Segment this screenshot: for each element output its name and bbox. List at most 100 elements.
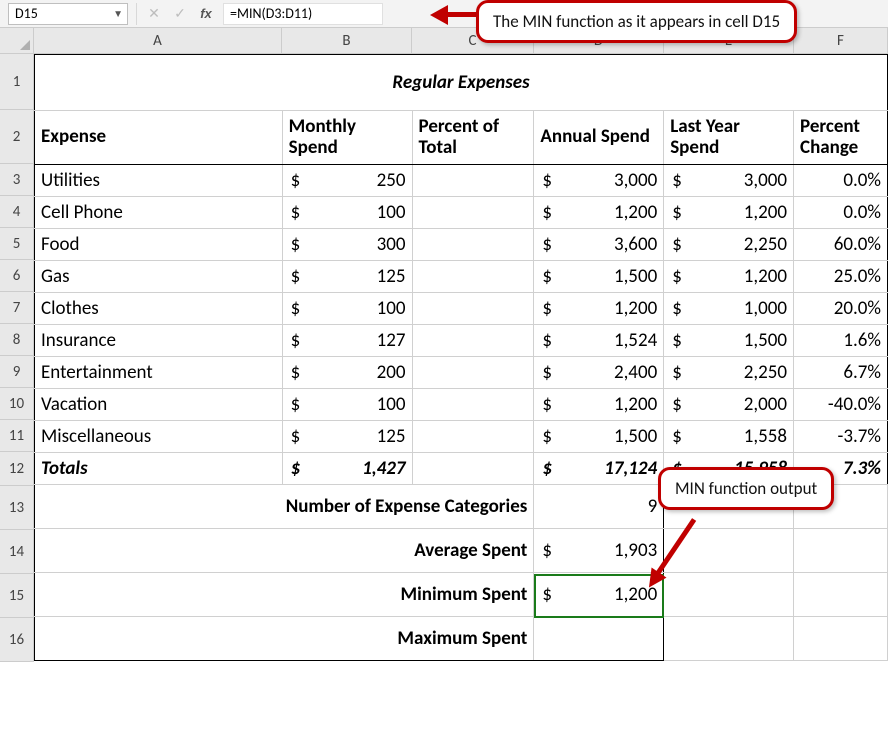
- totals-monthly[interactable]: $1,427: [282, 453, 412, 485]
- cell-lastyear[interactable]: $1,558: [664, 421, 794, 453]
- cell-expense[interactable]: Entertainment: [35, 357, 283, 389]
- sheet-title[interactable]: Regular Expenses: [35, 55, 888, 111]
- cell-expense[interactable]: Miscellaneous: [35, 421, 283, 453]
- enter-icon[interactable]: ✓: [167, 3, 193, 25]
- row-header[interactable]: 12: [0, 452, 34, 486]
- summary-label[interactable]: Average Spent: [35, 529, 534, 573]
- cell-pct-total[interactable]: [412, 357, 534, 389]
- cell-monthly[interactable]: $100: [282, 389, 412, 421]
- row-header[interactable]: 14: [0, 530, 34, 574]
- summary-label[interactable]: Minimum Spent: [35, 573, 534, 617]
- cell-monthly[interactable]: $125: [282, 261, 412, 293]
- cell-pct-change[interactable]: 25.0%: [794, 261, 888, 293]
- cell-pct-total[interactable]: [412, 389, 534, 421]
- empty-cell[interactable]: [794, 573, 888, 617]
- cell-annual[interactable]: $3,000: [534, 165, 664, 197]
- empty-cell[interactable]: [664, 617, 794, 661]
- cancel-icon[interactable]: ✕: [141, 3, 167, 25]
- cell-annual[interactable]: $1,500: [534, 421, 664, 453]
- cell-pct-total[interactable]: [412, 421, 534, 453]
- summary-value[interactable]: $1,903: [534, 529, 664, 573]
- cell-annual[interactable]: $1,500: [534, 261, 664, 293]
- cell-lastyear[interactable]: $1,200: [664, 261, 794, 293]
- cell-pct-total[interactable]: [412, 325, 534, 357]
- cell-pct-change[interactable]: 20.0%: [794, 293, 888, 325]
- cell-expense[interactable]: Food: [35, 229, 283, 261]
- row-header[interactable]: 5: [0, 228, 34, 260]
- select-all-triangle[interactable]: [0, 28, 34, 54]
- cell-pct-total[interactable]: [412, 165, 534, 197]
- cell-monthly[interactable]: $250: [282, 165, 412, 197]
- header-expense[interactable]: Expense: [35, 111, 283, 165]
- cell-monthly[interactable]: $127: [282, 325, 412, 357]
- summary-label[interactable]: Number of Expense Categories: [35, 485, 534, 529]
- cell-pct-total[interactable]: [412, 261, 534, 293]
- summary-label[interactable]: Maximum Spent: [35, 617, 534, 661]
- cell-monthly[interactable]: $100: [282, 197, 412, 229]
- row-header[interactable]: 2: [0, 110, 34, 164]
- header-pct-change[interactable]: Percent Change: [794, 111, 888, 165]
- cell-annual[interactable]: $2,400: [534, 357, 664, 389]
- cell-expense[interactable]: Vacation: [35, 389, 283, 421]
- cell-pct-total[interactable]: [412, 197, 534, 229]
- cell-lastyear[interactable]: $2,250: [664, 357, 794, 389]
- row-header[interactable]: 13: [0, 486, 34, 530]
- name-box[interactable]: D15 ▼: [8, 3, 128, 25]
- empty-cell[interactable]: [664, 573, 794, 617]
- cell-monthly[interactable]: $100: [282, 293, 412, 325]
- cell-pct-change[interactable]: 0.0%: [794, 165, 888, 197]
- cell-annual[interactable]: $1,524: [534, 325, 664, 357]
- cell-lastyear[interactable]: $1,000: [664, 293, 794, 325]
- cell-lastyear[interactable]: $1,500: [664, 325, 794, 357]
- summary-value[interactable]: 9: [534, 485, 664, 529]
- row-header[interactable]: 15: [0, 574, 34, 618]
- col-header-A[interactable]: A: [34, 28, 282, 54]
- cell-pct-change[interactable]: -40.0%: [794, 389, 888, 421]
- col-header-B[interactable]: B: [282, 28, 412, 54]
- cell-annual[interactable]: $1,200: [534, 197, 664, 229]
- header-monthly[interactable]: Monthly Spend: [282, 111, 412, 165]
- row-header[interactable]: 3: [0, 164, 34, 196]
- cell-pct-change[interactable]: -3.7%: [794, 421, 888, 453]
- cell-pct-total[interactable]: [412, 293, 534, 325]
- header-pct-total[interactable]: Percent of Total: [412, 111, 534, 165]
- cell-annual[interactable]: $1,200: [534, 293, 664, 325]
- header-lastyear[interactable]: Last Year Spend: [664, 111, 794, 165]
- cell-monthly[interactable]: $125: [282, 421, 412, 453]
- cell-lastyear[interactable]: $3,000: [664, 165, 794, 197]
- row-header[interactable]: 11: [0, 420, 34, 452]
- totals-annual[interactable]: $17,124: [534, 453, 664, 485]
- cell-lastyear[interactable]: $2,000: [664, 389, 794, 421]
- cell-pct-total[interactable]: [412, 229, 534, 261]
- row-header[interactable]: 10: [0, 388, 34, 420]
- row-header[interactable]: 9: [0, 356, 34, 388]
- totals-label[interactable]: Totals: [35, 453, 283, 485]
- empty-cell[interactable]: [794, 617, 888, 661]
- cell-monthly[interactable]: $200: [282, 357, 412, 389]
- cell-expense[interactable]: Gas: [35, 261, 283, 293]
- row-header[interactable]: 8: [0, 324, 34, 356]
- cell-pct-change[interactable]: 60.0%: [794, 229, 888, 261]
- row-header[interactable]: 6: [0, 260, 34, 292]
- col-header-F[interactable]: F: [794, 28, 888, 54]
- row-header[interactable]: 1: [0, 54, 34, 110]
- empty-cell[interactable]: [794, 529, 888, 573]
- chevron-down-icon[interactable]: ▼: [113, 7, 123, 20]
- cell-lastyear[interactable]: $1,200: [664, 197, 794, 229]
- totals-pct-total[interactable]: [412, 453, 534, 485]
- row-header[interactable]: 7: [0, 292, 34, 324]
- cell-expense[interactable]: Clothes: [35, 293, 283, 325]
- fx-icon[interactable]: fx: [193, 3, 219, 25]
- row-header[interactable]: 16: [0, 618, 34, 662]
- header-annual[interactable]: Annual Spend: [534, 111, 664, 165]
- formula-input[interactable]: =MIN(D3:D11): [223, 3, 383, 25]
- cell-monthly[interactable]: $300: [282, 229, 412, 261]
- cell-expense[interactable]: Insurance: [35, 325, 283, 357]
- cell-annual[interactable]: $3,600: [534, 229, 664, 261]
- cell-annual[interactable]: $1,200: [534, 389, 664, 421]
- summary-value[interactable]: [534, 617, 664, 661]
- cell-expense[interactable]: Cell Phone: [35, 197, 283, 229]
- cell-expense[interactable]: Utilities: [35, 165, 283, 197]
- cell-lastyear[interactable]: $2,250: [664, 229, 794, 261]
- row-header[interactable]: 4: [0, 196, 34, 228]
